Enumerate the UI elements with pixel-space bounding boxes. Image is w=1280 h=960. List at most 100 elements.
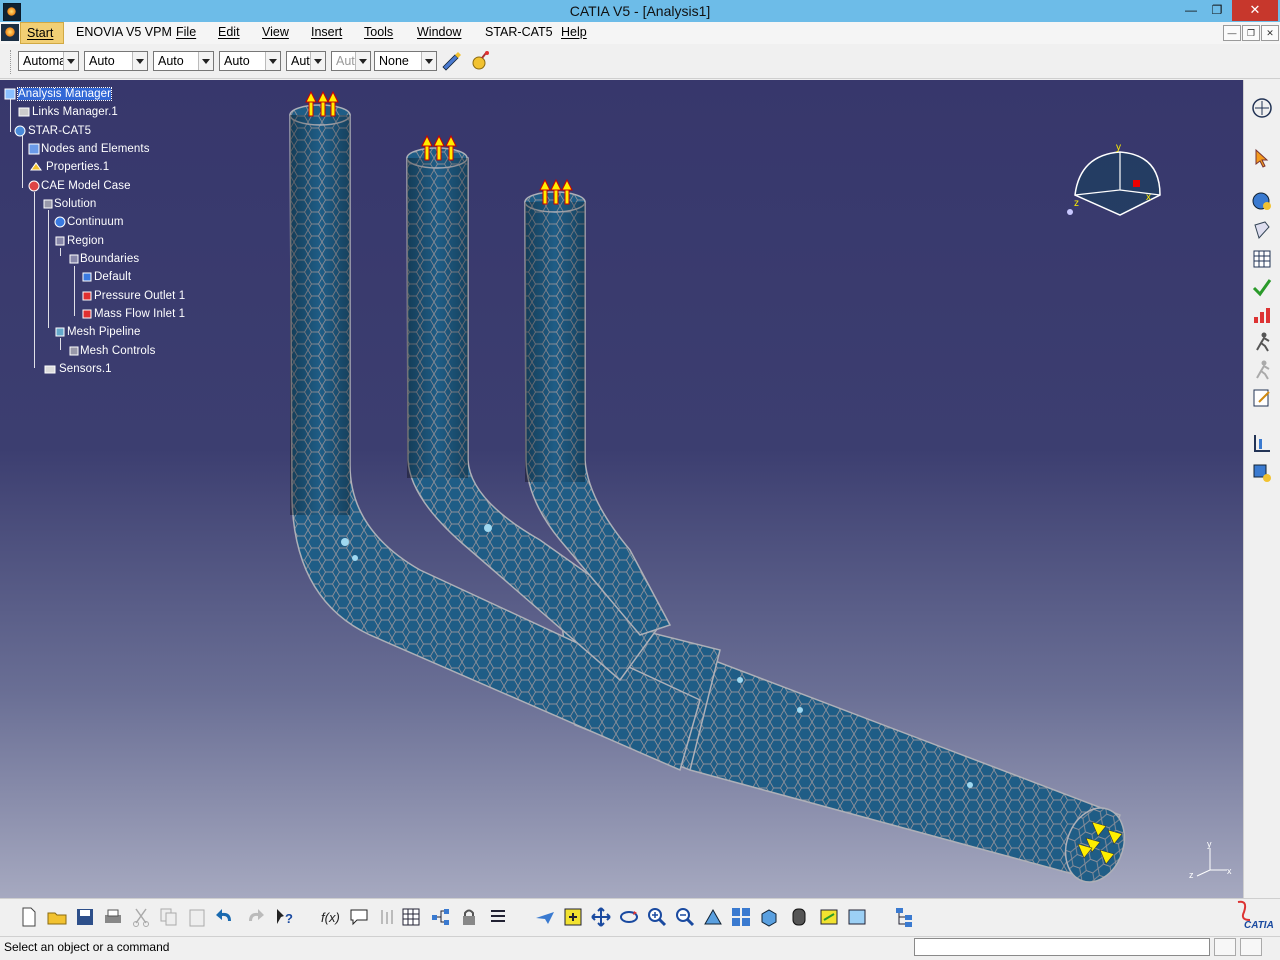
combo-3[interactable]: Auto [153,51,214,71]
document-icon[interactable] [1,24,19,41]
menu-tools[interactable]: Tools [364,25,393,39]
multi-view-icon[interactable] [730,906,752,928]
normal-view-icon[interactable] [702,906,724,928]
check-icon[interactable] [1251,276,1273,298]
tree-mesh-pipeline[interactable]: Mesh Pipeline [67,326,141,338]
tree-solution[interactable]: Solution [54,198,96,210]
rotate-icon[interactable] [618,906,640,928]
combo-1[interactable]: Automa [18,51,79,71]
pan-icon[interactable] [590,906,612,928]
3d-viewport[interactable]: Analysis Manager Links Manager.1 STAR-CA… [0,80,1243,898]
swap-space-icon[interactable] [846,906,868,928]
combo-2[interactable]: Auto [84,51,148,71]
menu-window[interactable]: Window [417,25,461,39]
doc-close-button[interactable]: ✕ [1261,25,1279,41]
menu-help[interactable]: Help [561,25,587,39]
tree-nodes-elements[interactable]: Nodes and Elements [41,143,150,155]
paste-icon [189,909,205,927]
globe-add-icon[interactable] [1251,190,1273,212]
save-icon[interactable] [74,906,96,928]
add-sensor-icon[interactable] [1251,462,1273,484]
tree-mesh-controls[interactable]: Mesh Controls [80,345,155,357]
lock-icon[interactable] [458,906,480,928]
menu-view[interactable]: View [262,25,289,39]
brush-icon[interactable] [440,50,462,72]
tree-cae-model-case[interactable]: CAE Model Case [41,180,131,192]
formula-icon[interactable]: f(x) [320,906,342,928]
axis-z-label: z [1189,870,1194,880]
zoom-out-icon[interactable] [674,906,696,928]
axis-y-label: y [1207,840,1212,849]
print-icon[interactable] [102,906,124,928]
close-button[interactable]: ✕ [1232,0,1278,21]
properties-icon [30,162,42,171]
tree-diagram-icon[interactable] [430,906,452,928]
minimize-button[interactable]: — [1178,0,1204,21]
combo-4[interactable]: Auto [219,51,281,71]
bar-chart-icon[interactable] [1251,304,1273,326]
bomb-icon[interactable] [469,50,491,72]
status-button-2[interactable] [1240,938,1262,956]
combo-5[interactable]: Aut [286,51,326,71]
tree-sensors[interactable]: Sensors.1 [59,363,112,375]
run-icon[interactable] [1251,331,1273,353]
sensor-graph-icon[interactable] [1251,432,1273,454]
menu-edit[interactable]: Edit [218,25,240,39]
spec-tree-icon[interactable] [894,906,916,928]
select-arrow-icon[interactable] [1251,147,1273,169]
maximize-button[interactable]: ❐ [1204,0,1230,21]
list-icon[interactable] [488,906,510,928]
tree-properties[interactable]: Properties.1 [46,161,109,173]
tree-starcat5[interactable]: STAR-CAT5 [28,125,91,137]
compass-widget[interactable]: y x z [1060,140,1170,220]
menu-starcat5[interactable]: STAR-CAT5 [485,25,553,39]
doc-minimize-button[interactable]: — [1223,25,1241,41]
zoom-in-icon[interactable] [646,906,668,928]
status-prompt: Select an object or a command [4,940,170,954]
menu-start[interactable]: Start [20,22,64,44]
toolbar-grip[interactable] [10,50,14,74]
undo-icon[interactable] [214,906,236,928]
status-button-1[interactable] [1214,938,1236,956]
new-file-icon[interactable] [18,906,40,928]
fit-all-icon[interactable] [562,906,584,928]
mesh-controls-icon [69,346,79,356]
edit-note-icon[interactable] [1251,387,1273,409]
fly-mode-icon[interactable] [534,906,556,928]
whats-this-icon[interactable]: ? [274,906,296,928]
tree-pressure-outlet[interactable]: Pressure Outlet 1 [94,290,185,302]
combo-6: Aut [331,51,371,71]
boundaries-icon [69,254,79,264]
tree-analysis-manager[interactable]: Analysis Manager [16,87,113,101]
nodes-elements-icon [28,143,40,155]
axis-x-label: x [1227,866,1232,876]
menu-file[interactable]: File [176,25,196,39]
tree-links-manager[interactable]: Links Manager.1 [32,106,118,118]
hide-show-icon[interactable] [818,906,840,928]
doc-restore-button[interactable]: ❐ [1242,25,1260,41]
tree-mass-flow-inlet[interactable]: Mass Flow Inlet 1 [94,308,185,320]
region-icon [55,236,65,246]
compass-tool-icon[interactable] [1251,97,1273,119]
starcat-icon [14,125,26,137]
part-icon[interactable] [1251,219,1273,241]
menu-enovia[interactable]: ENOVIA V5 VPM [76,25,172,39]
table-icon[interactable] [400,906,422,928]
combo-7[interactable]: None [374,51,437,71]
tree-default[interactable]: Default [94,271,131,283]
command-input[interactable] [914,938,1210,956]
sensors-icon [44,365,56,374]
open-folder-icon[interactable] [46,906,68,928]
cae-model-case-icon [28,180,40,192]
comment-icon[interactable] [348,906,370,928]
mesh-model[interactable] [0,80,1243,898]
tree-region[interactable]: Region [67,235,104,247]
svg-text:?: ? [285,911,293,926]
menu-insert[interactable]: Insert [311,25,342,39]
mesh-grid-icon[interactable] [1251,248,1273,270]
tree-continuum[interactable]: Continuum [67,216,124,228]
compass-z-label: z [1074,198,1079,209]
tree-boundaries[interactable]: Boundaries [80,253,139,265]
iso-view-icon[interactable] [758,906,780,928]
shading-icon[interactable] [788,906,810,928]
